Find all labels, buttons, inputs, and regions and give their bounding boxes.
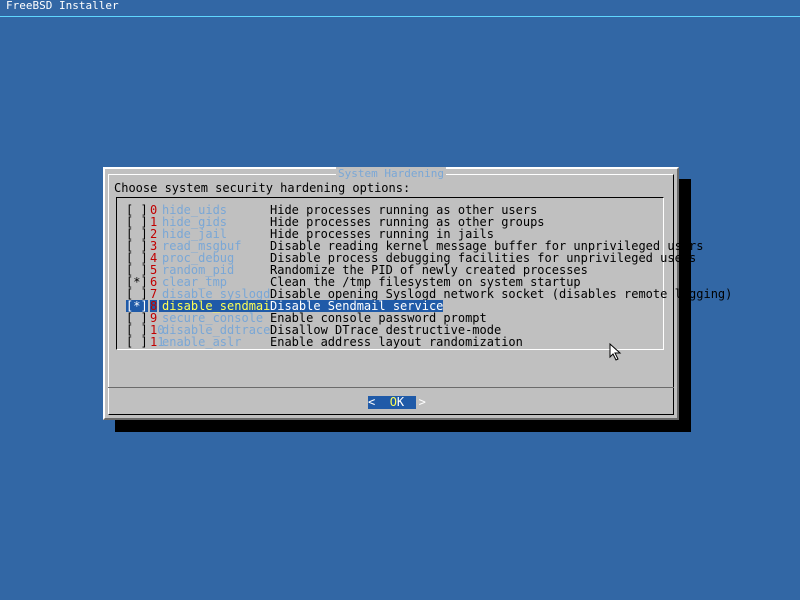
dialog-prompt: Choose system security hardening options… [114,181,411,195]
system-hardening-dialog: System Hardening Choose system security … [103,167,732,420]
ok-button[interactable]: < OK > [368,396,426,409]
backtitle-rule [0,16,800,17]
option-description: Enable address layout randomization [270,335,523,349]
dialog-title: System Hardening [336,167,446,180]
installer-backtitle: FreeBSD Installer [6,0,119,12]
option-name: enable_aslr [162,335,242,349]
mouse-pointer-icon [609,343,622,361]
hardening-options-list[interactable]: [ ] 0 hide_uids Hide processes running as o… [116,197,732,350]
option-checkbox[interactable]: [ ] [126,336,148,348]
button-separator [108,387,674,388]
